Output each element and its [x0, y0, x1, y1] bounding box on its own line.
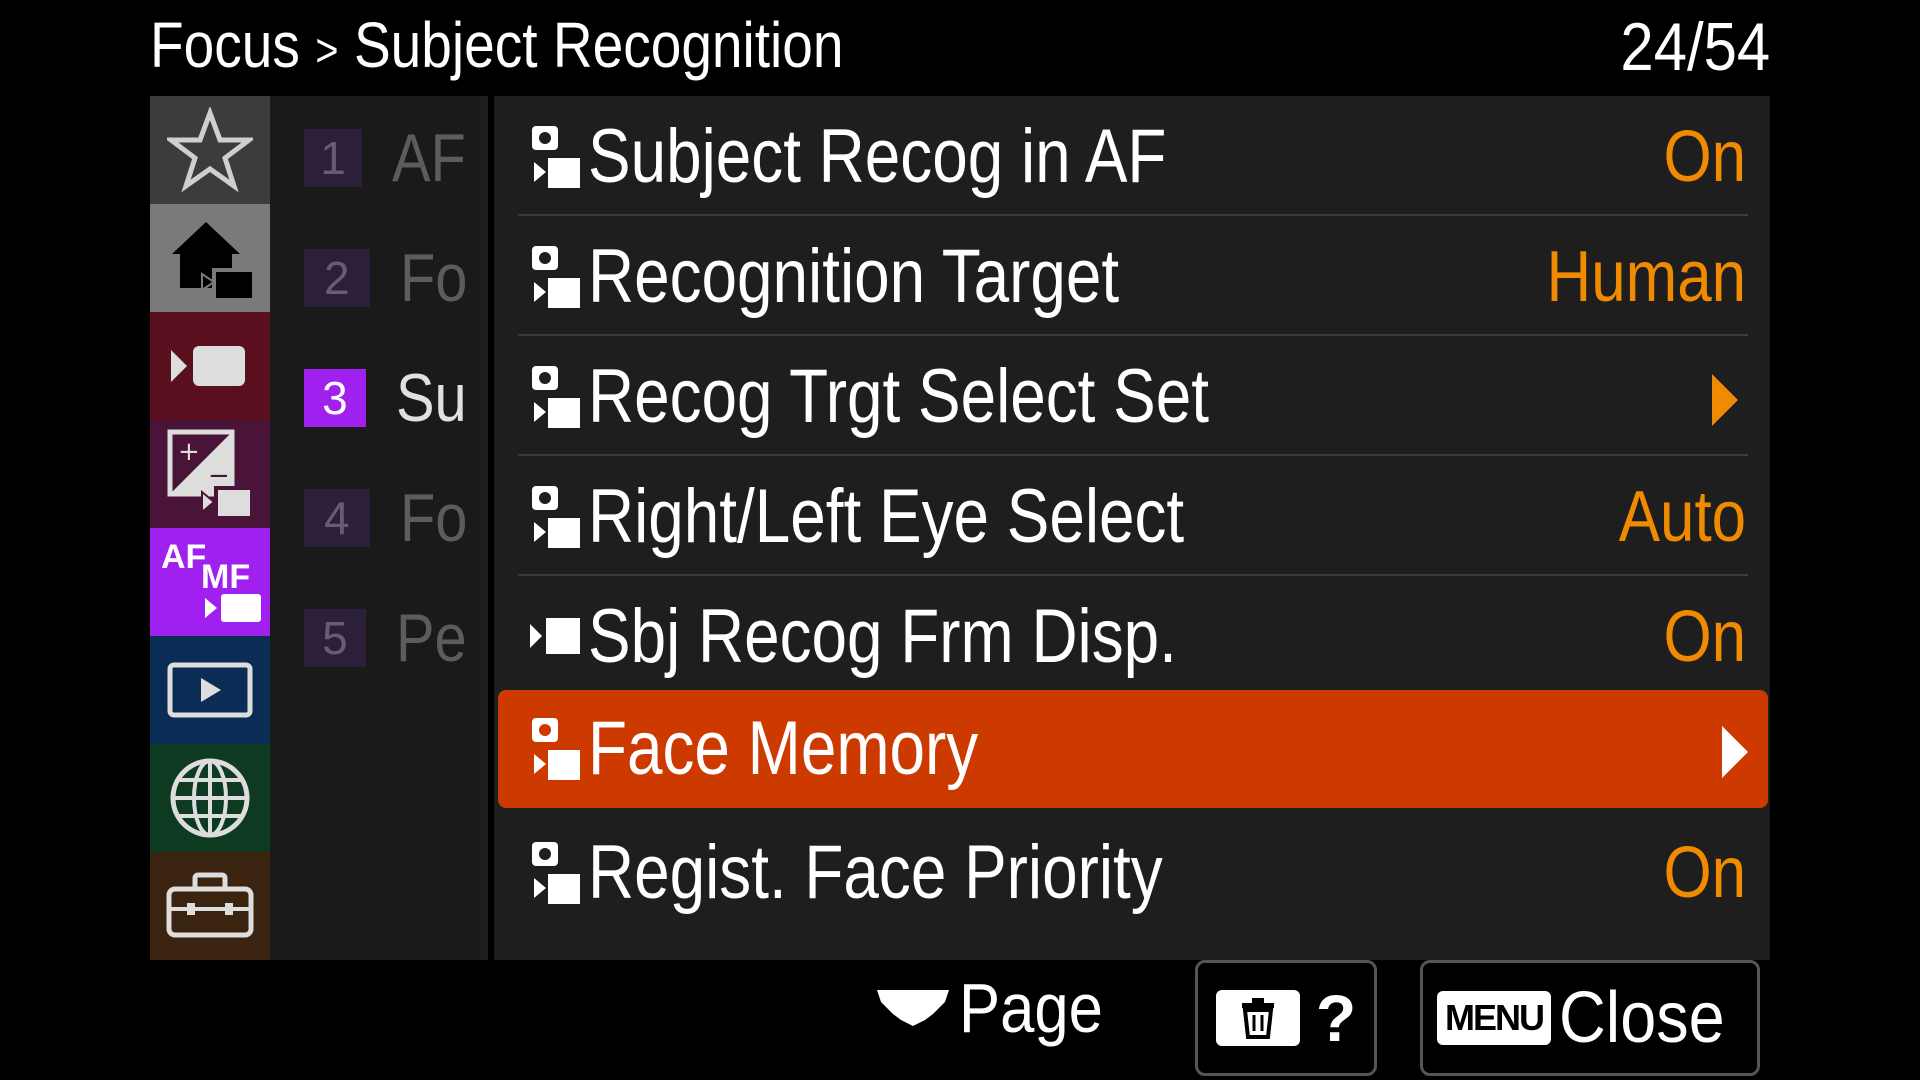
menu-item-subject-recog-in-af[interactable]: Subject Recog in AF On	[508, 98, 1758, 216]
menu-item-sbj-recog-frm-disp[interactable]: Sbj Recog Frm Disp. On	[508, 578, 1758, 696]
menu-item-face-memory[interactable]: Face Memory	[498, 690, 1768, 808]
page-hint-label: Page	[959, 969, 1103, 1047]
footer: Page ? MENU Close	[0, 960, 1920, 1080]
page-label: Pe	[395, 600, 467, 676]
page-item[interactable]: 4 Fo	[304, 478, 479, 558]
page-item[interactable]: 2 Fo	[304, 238, 479, 318]
row-divider	[518, 334, 1748, 336]
menu-item-regist-face-priority[interactable]: Regist. Face Priority On	[508, 814, 1758, 932]
tab-playback[interactable]	[150, 636, 270, 744]
tab-focus[interactable]: AF MF	[150, 528, 270, 636]
photo-movie-icon	[532, 126, 580, 188]
tab-setup[interactable]	[150, 852, 270, 960]
menu-item-value: On	[1663, 597, 1746, 677]
page-number: 2	[304, 249, 370, 307]
page-label: AF	[392, 120, 466, 196]
page-item[interactable]: 1 AF	[304, 118, 479, 198]
help-label: ?	[1315, 981, 1357, 1055]
chevron-right-icon	[1722, 726, 1748, 778]
delete-help-button[interactable]: ?	[1195, 960, 1377, 1076]
toolbox-icon	[166, 872, 254, 938]
close-label: Close	[1558, 978, 1725, 1058]
divider	[488, 96, 494, 960]
page-number: 1	[304, 129, 363, 187]
movie-icon	[530, 618, 580, 654]
menu-key-icon: MENU	[1436, 991, 1551, 1045]
menu-item-label: Face Memory	[588, 706, 979, 791]
menu-item-label: Recognition Target	[588, 234, 1120, 319]
photo-movie-icon	[532, 246, 580, 308]
control-dial-icon	[877, 990, 949, 1026]
tab-shooting[interactable]	[150, 312, 270, 420]
photo-movie-icon	[532, 842, 580, 904]
star-icon	[167, 107, 253, 193]
menu-item-label: Regist. Face Priority	[588, 830, 1163, 915]
photo-movie-icon	[532, 718, 580, 780]
menu-item-right-left-eye-select[interactable]: Right/Left Eye Select Auto	[508, 458, 1758, 576]
menu-item-label: Recog Trgt Select Set	[588, 354, 1209, 439]
exposure-icon: + −	[167, 429, 254, 520]
category-tabs: + − AF MF	[150, 96, 270, 960]
header: Focus > Subject Recognition 24/54	[150, 0, 1770, 95]
playback-icon	[167, 662, 253, 718]
breadcrumb-separator: >	[315, 24, 339, 77]
chevron-right-icon	[1712, 374, 1738, 426]
mf-label: MF	[201, 558, 250, 596]
close-button[interactable]: MENU Close	[1420, 960, 1760, 1076]
menu-item-recognition-target[interactable]: Recognition Target Human	[508, 218, 1758, 336]
page-counter: 24/54	[1620, 9, 1770, 85]
tab-exposure-color[interactable]: + −	[150, 420, 270, 528]
home-camera-icon	[172, 222, 256, 302]
menu-list: Subject Recog in AF On Recognition Targe…	[498, 96, 1770, 960]
menu-panel: + − AF MF 1 AF 2 Fo 3 Su 4 Fo 5 Pe Subje…	[150, 96, 1770, 960]
page-title: Subject Recognition	[353, 9, 844, 81]
menu-item-value: On	[1663, 833, 1746, 913]
tab-favorites[interactable]	[150, 96, 270, 204]
breadcrumb-section: Focus	[150, 9, 300, 81]
globe-icon	[170, 758, 250, 838]
af-label: AF	[161, 538, 206, 576]
tab-network[interactable]	[150, 744, 270, 852]
menu-item-value: Human	[1546, 237, 1746, 317]
page-label: Fo	[399, 480, 468, 556]
menu-item-label: Right/Left Eye Select	[588, 474, 1185, 559]
page-dial-hint[interactable]: Page	[875, 968, 1122, 1048]
page-label: Su	[395, 360, 467, 436]
page-label: Fo	[399, 240, 468, 316]
page-number: 5	[304, 609, 366, 667]
menu-item-value: Auto	[1618, 477, 1746, 557]
page-list: 1 AF 2 Fo 3 Su 4 Fo 5 Pe	[270, 96, 480, 960]
photo-movie-icon	[532, 366, 580, 428]
menu-item-label: Sbj Recog Frm Disp.	[588, 594, 1177, 679]
af-mf-icon: AF MF	[161, 538, 261, 622]
menu-item-label: Subject Recog in AF	[588, 114, 1167, 199]
row-divider	[518, 214, 1748, 216]
row-divider	[518, 574, 1748, 576]
svg-text:+: +	[178, 437, 200, 467]
photo-movie-icon	[532, 486, 580, 548]
menu-item-recog-trgt-select-set[interactable]: Recog Trgt Select Set	[508, 338, 1758, 456]
breadcrumb: Focus > Subject Recognition	[150, 8, 844, 82]
page-number: 4	[304, 489, 370, 547]
camera-record-icon	[171, 346, 245, 386]
page-number: 3	[304, 369, 366, 427]
page-item-active[interactable]: 3 Su	[304, 358, 479, 438]
tab-main[interactable]	[150, 204, 270, 312]
trash-icon	[1215, 990, 1300, 1046]
row-divider	[518, 454, 1748, 456]
page-item[interactable]: 5 Pe	[304, 598, 479, 678]
menu-item-value: On	[1663, 117, 1746, 197]
